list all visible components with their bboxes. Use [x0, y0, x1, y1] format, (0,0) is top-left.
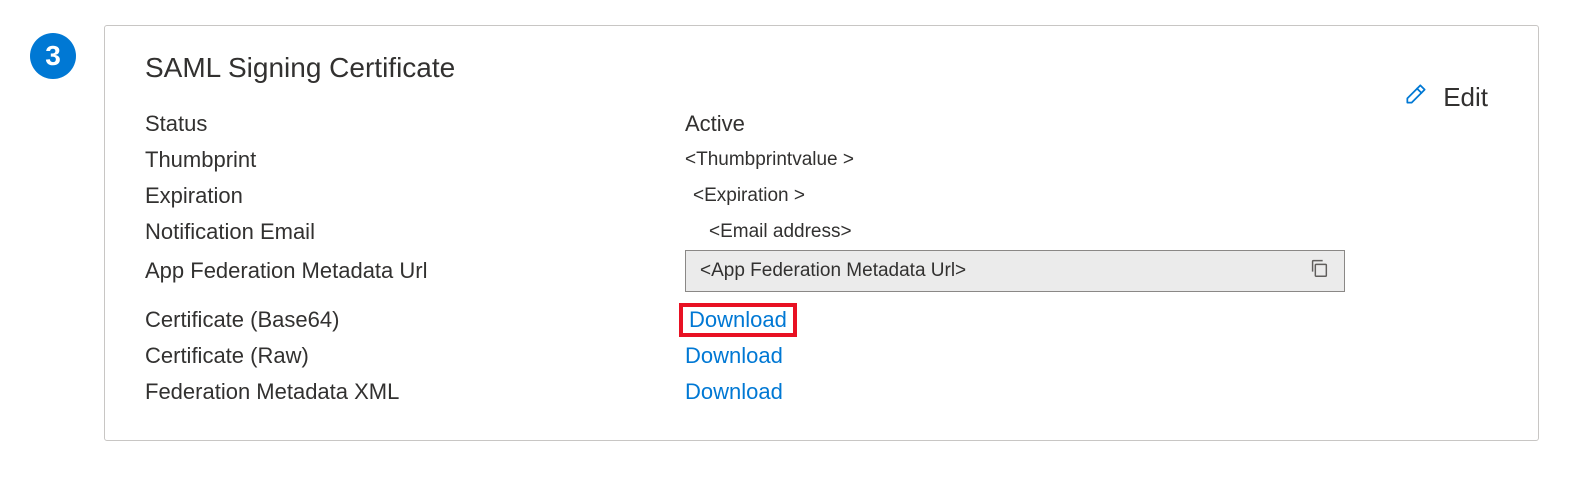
edit-button[interactable]: Edit [1403, 81, 1488, 113]
thumbprint-label: Thumbprint [145, 147, 685, 173]
step-container: 3 SAML Signing Certificate Edit Status A… [0, 0, 1580, 441]
expiration-value: <Expiration > [685, 185, 805, 207]
notification-email-value: <Email address> [685, 221, 852, 243]
notification-email-label: Notification Email [145, 219, 685, 245]
status-label: Status [145, 111, 685, 137]
thumbprint-value: <Thumbprintvalue > [685, 149, 854, 171]
cert-base64-download-highlight: Download [685, 307, 791, 333]
copy-icon [1308, 257, 1330, 285]
fed-xml-label: Federation Metadata XML [145, 379, 685, 405]
metadata-url-box: <App Federation Metadata Url> [685, 250, 1345, 292]
status-value: Active [685, 111, 745, 137]
saml-certificate-card: SAML Signing Certificate Edit Status Act… [104, 25, 1539, 441]
cert-base64-label: Certificate (Base64) [145, 307, 685, 333]
metadata-url-value[interactable]: <App Federation Metadata Url> [700, 260, 1304, 282]
expiration-label: Expiration [145, 183, 685, 209]
fed-xml-download-link[interactable]: Download [685, 379, 783, 405]
card-title: SAML Signing Certificate [145, 52, 1498, 84]
step-number-badge: 3 [30, 33, 76, 79]
copy-url-button[interactable] [1304, 257, 1334, 285]
cert-raw-label: Certificate (Raw) [145, 343, 685, 369]
metadata-url-label: App Federation Metadata Url [145, 258, 685, 284]
pencil-icon [1403, 81, 1429, 113]
edit-label: Edit [1443, 82, 1488, 113]
cert-raw-download-link[interactable]: Download [685, 343, 783, 369]
cert-base64-download-link[interactable]: Download [689, 307, 787, 332]
